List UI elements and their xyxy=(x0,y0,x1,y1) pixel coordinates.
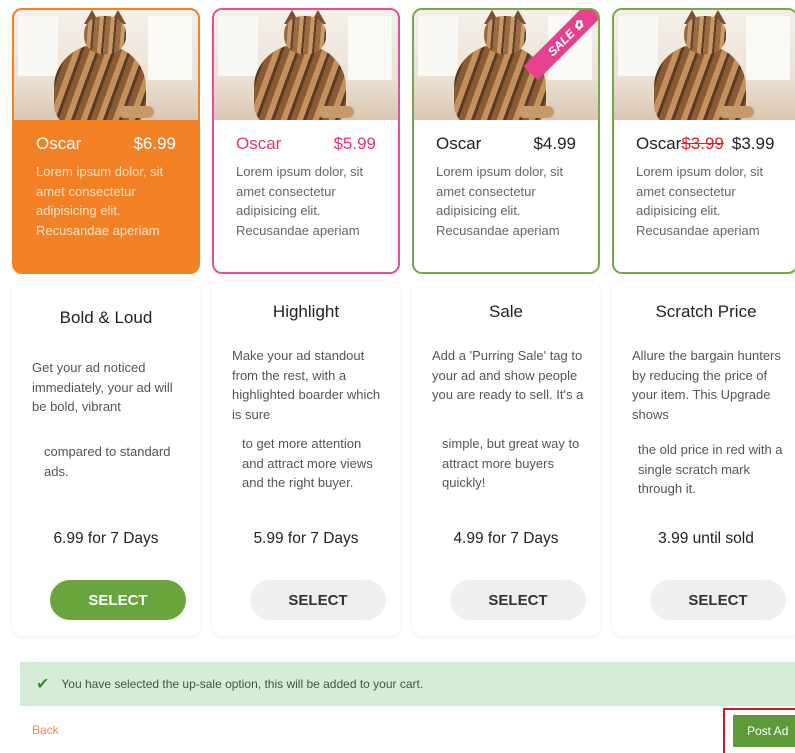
select-button-bold-loud[interactable]: SELECT xyxy=(50,580,186,620)
preview-price: $6.99 xyxy=(133,134,176,153)
option-description: Allure the bargain hunters by reducing t… xyxy=(632,348,781,420)
preview-description: Lorem ipsum dolor, sit amet consectetur … xyxy=(236,164,364,238)
cat-photo: SALE ✿ xyxy=(414,10,598,120)
preview-title-row: Oscar $4.99 xyxy=(414,120,598,154)
option-description-continued: the old price in red with a single scrat… xyxy=(638,442,783,496)
option-description-continued: compared to standard ads. xyxy=(44,444,171,479)
preview-name: Oscar xyxy=(36,134,82,153)
preview-card-highlight: Oscar $5.99 Lorem ipsum dolor, sit amet … xyxy=(212,8,400,274)
preview-name: Oscar xyxy=(436,134,482,153)
option-description: Get your ad noticed immediately, your ad… xyxy=(32,360,173,414)
preview-title-row: Oscar $6.99 xyxy=(14,120,198,154)
select-button-highlight[interactable]: SELECT xyxy=(250,580,386,620)
paw-icon: ✿ xyxy=(569,16,588,35)
old-price-struck: $3.99 xyxy=(681,134,724,153)
preview-title-row: Oscar $3.99 $3.99 xyxy=(614,120,795,154)
cat-photo xyxy=(614,10,795,120)
selection-notice: ✔ You have selected the up-sale option, … xyxy=(20,662,795,706)
preview-price: $4.99 xyxy=(533,134,576,153)
option-price: 4.99 for 7 Days xyxy=(453,530,559,547)
option-card-bold-loud: Bold & Loud Get your ad noticed immediat… xyxy=(12,282,200,636)
preview-card-sale: SALE ✿ Oscar $4.99 Lorem ipsum dolor, si… xyxy=(412,8,600,274)
notice-text: You have selected the up-sale option, th… xyxy=(61,677,424,691)
preview-name: Oscar xyxy=(636,134,682,153)
option-description-continued: to get more attention and attract more v… xyxy=(242,436,373,490)
option-price: 3.99 until sold xyxy=(658,530,754,547)
preview-name: Oscar xyxy=(236,134,282,153)
cat-photo xyxy=(214,10,398,120)
back-link[interactable]: Back xyxy=(32,723,59,737)
option-card-scratch-price: Scratch Price Allure the bargain hunters… xyxy=(612,282,795,636)
option-description-continued: simple, but great way to attract more bu… xyxy=(442,436,580,490)
preview-card-bold-loud: Oscar $6.99 Lorem ipsum dolor, sit amet … xyxy=(12,8,200,274)
preview-card-scratch-price: Oscar $3.99 $3.99 Lorem ipsum dolor, sit … xyxy=(612,8,795,274)
option-description: Add a 'Purring Sale' tag to your ad and … xyxy=(432,348,584,402)
post-ad-button[interactable]: Post Ad xyxy=(733,715,795,747)
cat-photo xyxy=(14,10,198,120)
select-button-sale[interactable]: SELECT xyxy=(450,580,586,620)
checkmark-icon: ✔ xyxy=(36,676,50,693)
option-title: Scratch Price xyxy=(655,302,757,321)
option-card-sale: Sale Add a 'Purring Sale' tag to your ad… xyxy=(412,282,600,636)
option-price: 6.99 for 7 Days xyxy=(53,530,159,547)
preview-description: Lorem ipsum dolor, sit amet consectetur … xyxy=(436,164,564,238)
preview-price: $3.99 xyxy=(731,134,775,153)
option-card-highlight: Highlight Make your ad standout from the… xyxy=(212,282,400,636)
preview-description: Lorem ipsum dolor, sit amet consectetur … xyxy=(36,164,164,238)
option-title: Bold & Loud xyxy=(59,308,153,327)
option-description: Make your ad standout from the rest, wit… xyxy=(232,348,381,420)
option-title: Highlight xyxy=(272,302,340,321)
select-button-scratch-price[interactable]: SELECT xyxy=(650,580,786,620)
option-title: Sale xyxy=(488,302,524,321)
option-price: 5.99 for 7 Days xyxy=(253,530,359,547)
preview-price: $5.99 xyxy=(333,134,376,153)
preview-description: Lorem ipsum dolor, sit amet consectetur … xyxy=(636,164,764,238)
preview-title-row: Oscar $5.99 xyxy=(214,120,398,154)
